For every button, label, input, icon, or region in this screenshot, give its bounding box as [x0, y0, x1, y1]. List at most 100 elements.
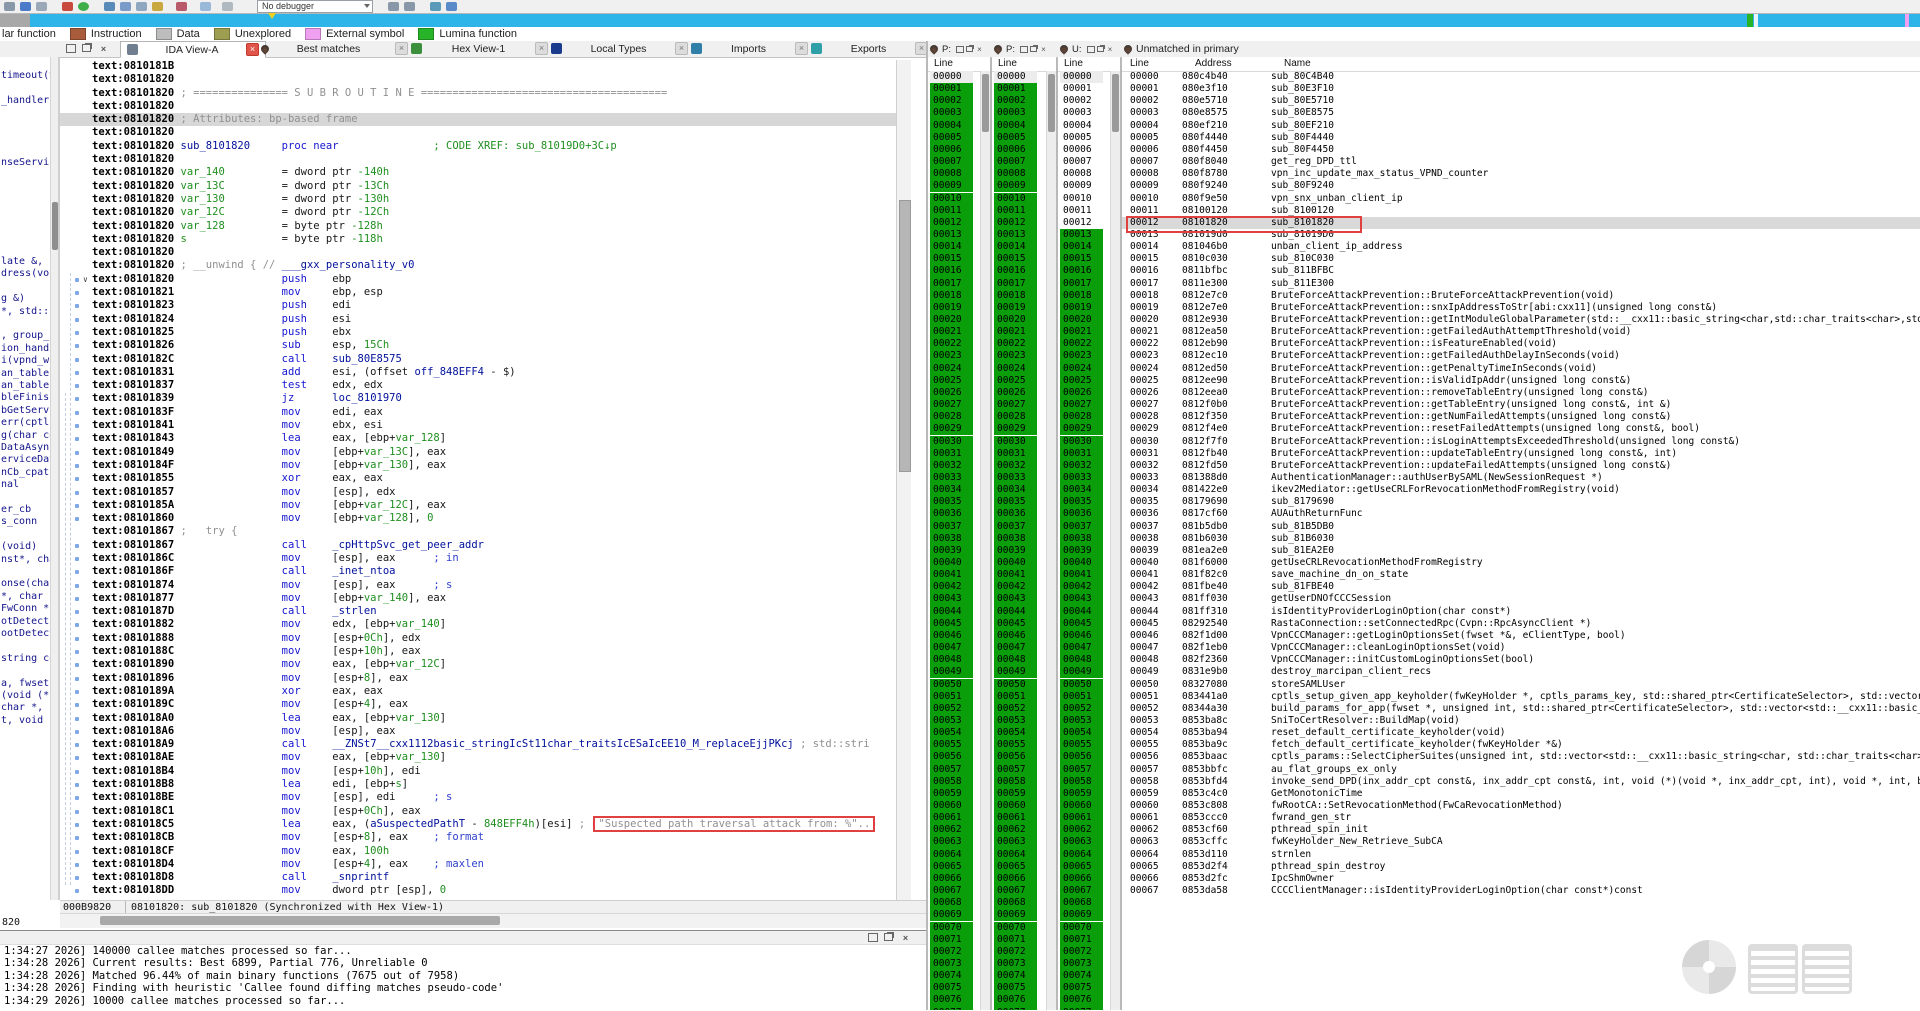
sidebar-item[interactable]: onse(char — [1, 578, 50, 589]
table-row[interactable]: 00009 080f9240 sub_80F9240 — [1122, 180, 1920, 192]
disasm-line[interactable]: text:08101820 — [60, 73, 910, 86]
line-number-cell[interactable]: 00073 — [994, 957, 1037, 971]
line-number-cell[interactable]: 00026 — [1060, 386, 1103, 400]
line-number-cell[interactable]: 00008 — [1060, 168, 1103, 180]
line-number-cell[interactable]: 00010 — [930, 192, 973, 205]
line-number-cell[interactable]: 00033 — [930, 471, 973, 485]
table-row[interactable]: 00055 0853ba9c fetch_default_certificate_k… — [1122, 739, 1920, 751]
line-number-cell[interactable]: 00022 — [930, 338, 973, 351]
line-number-cell[interactable]: 00021 — [930, 326, 973, 339]
disasm-line[interactable]: text:08101837 test edx, edx — [60, 379, 910, 392]
sidebar-item[interactable]: *, std::st — [1, 306, 50, 317]
table-row[interactable]: 00048 082f2360 VpnCCCManager::initCustomLo… — [1122, 654, 1920, 666]
line-number-cell[interactable]: 00005 — [1060, 132, 1103, 144]
line-number-cell[interactable]: 00070 — [994, 921, 1037, 934]
sidebar-item[interactable]: ion_handl — [1, 343, 50, 354]
line-number-cell[interactable]: 00015 — [930, 253, 973, 266]
table-row[interactable]: 00030 0812f7f0 BruteForceAttackPrevention:… — [1122, 436, 1920, 448]
sidebar-item[interactable]: an_table:: — [1, 380, 50, 391]
table-row[interactable]: 00015 0810c030 sub_810C030 — [1122, 253, 1920, 265]
line-number-cell[interactable]: 00025 — [994, 374, 1037, 387]
table-row[interactable]: 00047 082f1eb0 VpnCCCManager::cleanLoginOp… — [1122, 642, 1920, 654]
line-number-cell[interactable]: 00003 — [994, 107, 1037, 120]
line-number-cell[interactable]: 00024 — [994, 362, 1037, 375]
toolbar-icon[interactable] — [430, 2, 441, 11]
line-number-cell[interactable]: 00068 — [1060, 897, 1103, 910]
sidebar-item[interactable]: timeout(vo — [1, 70, 50, 81]
line-number-cell[interactable]: 00007 — [1060, 156, 1103, 168]
tab-exports[interactable]: Exports × — [805, 41, 934, 56]
sidebar-item[interactable]: nCb_cpat — [1, 467, 49, 478]
disassembly-vscrollbar[interactable] — [896, 60, 911, 900]
disassembly-hscrollbar-thumb[interactable] — [100, 916, 500, 925]
line-number-cell[interactable]: 00019 — [994, 301, 1037, 314]
table-row[interactable]: 00054 0853ba94 reset_default_certificate_k… — [1122, 727, 1920, 739]
line-number-cell[interactable]: 00066 — [930, 872, 973, 886]
line-number-cell[interactable]: 00031 — [994, 447, 1037, 460]
disasm-line[interactable]: text:08101820 ; __unwind { // ___gxx_per… — [60, 259, 910, 272]
output-float-icon[interactable] — [884, 933, 895, 943]
disasm-line[interactable]: text:081018C5 lea eax, (aSuspectedPathT … — [60, 815, 910, 832]
table-row[interactable]: 00056 0853baac cptls_params::SelectCipherS… — [1122, 751, 1920, 763]
panel-float-icon[interactable] — [965, 46, 973, 52]
line-number-cell[interactable]: 00025 — [930, 374, 973, 387]
line-number-cell[interactable]: 00060 — [930, 800, 973, 813]
sidebar-item[interactable]: g(char co — [1, 430, 50, 441]
line-number-cell[interactable]: 00027 — [930, 399, 973, 412]
table-row[interactable]: 00029 0812f4e0 BruteForceAttackPrevention:… — [1122, 423, 1920, 435]
sidebar-item[interactable]: a, fwset *& — [1, 678, 50, 689]
tab-imports[interactable]: Imports × — [685, 41, 814, 56]
line-number-cell[interactable]: 00060 — [994, 800, 1037, 813]
line-number-cell[interactable]: 00004 — [930, 119, 973, 132]
toolbar-icon[interactable] — [120, 2, 131, 11]
unmatched-table[interactable]: Line Address Name 00000 080c4b40 sub_80C4B… — [1122, 57, 1920, 1010]
toolbar-icon[interactable] — [136, 2, 147, 11]
line-number-cell[interactable]: 00034 — [1060, 484, 1103, 497]
line-number-cell[interactable]: 00060 — [1060, 800, 1103, 813]
line-number-cell[interactable]: 00037 — [1060, 520, 1103, 533]
panel-restore-icon[interactable] — [1086, 45, 1095, 53]
sidebar-item[interactable]: ootDetecti — [1, 628, 50, 639]
table-row[interactable]: 00022 0812eb90 BruteForceAttackPrevention:… — [1122, 338, 1920, 350]
sidebar-item[interactable]: er_cb — [1, 504, 31, 515]
line-number-cell[interactable]: 00064 — [1060, 848, 1103, 861]
line-number-cell[interactable]: 00036 — [930, 508, 973, 521]
line-number-cell[interactable]: 00061 — [930, 812, 973, 825]
line-number-cell[interactable]: 00022 — [994, 338, 1037, 351]
table-row[interactable]: 00006 080f4450 sub_80F4450 — [1122, 144, 1920, 156]
line-number-cell[interactable]: 00050 — [930, 678, 973, 691]
line-number-cell[interactable]: 00074 — [930, 970, 973, 983]
disasm-line[interactable]: text:0810189C mov [esp+4], eax — [60, 698, 910, 711]
output-restore-icon[interactable] — [868, 933, 879, 943]
line-number-cell[interactable]: 00029 — [930, 423, 973, 436]
sidebar-item[interactable]: t, void *) — [1, 715, 50, 726]
disasm-line[interactable]: text:08101896 mov [esp+8], eax — [60, 672, 910, 685]
disasm-line[interactable]: text:081018B8 lea edi, [ebp+s] — [60, 778, 910, 791]
disasm-line[interactable]: text:081018CB mov [esp+8], eax ; format — [60, 831, 910, 844]
table-row[interactable]: 00044 081ff310 isIdentityProviderLoginOpti… — [1122, 606, 1920, 618]
line-number-cell[interactable]: 00066 — [1060, 872, 1103, 886]
disasm-line[interactable]: text:08101820 ; Attributes: bp-based fra… — [60, 113, 910, 127]
disasm-line[interactable]: text:08101820 — [60, 126, 910, 139]
col-header-line[interactable]: Line — [934, 57, 953, 71]
line-number-cell[interactable]: 00014 — [994, 241, 1037, 254]
table-row[interactable]: 00049 0831e9b0 destroy_marcipan_client_rec… — [1122, 666, 1920, 678]
line-number-cell[interactable]: 00055 — [1060, 739, 1103, 752]
line-number-cell[interactable]: 00010 — [994, 192, 1037, 205]
line-number-cell[interactable]: 00043 — [930, 593, 973, 606]
line-number-cell[interactable]: 00037 — [994, 520, 1037, 533]
line-number-cell[interactable]: 00021 — [1060, 326, 1103, 339]
line-number-cell[interactable]: 00042 — [994, 581, 1037, 594]
table-row[interactable]: 00020 0812e930 BruteForceAttackPrevention:… — [1122, 314, 1920, 326]
tab-best-matches[interactable]: Best matches × — [255, 41, 414, 56]
line-number-cell[interactable]: 00020 — [1060, 314, 1103, 327]
line-number-cell[interactable]: 00057 — [1060, 763, 1103, 776]
line-number-cell[interactable]: 00047 — [1060, 642, 1103, 655]
disasm-line[interactable]: text:08101824 push esi — [60, 313, 910, 326]
line-number-cell[interactable]: 00038 — [994, 532, 1037, 545]
line-number-cell[interactable]: 00055 — [930, 739, 973, 752]
table-row[interactable]: 00001 080e3f10 sub_80E3F10 — [1122, 83, 1920, 95]
line-number-cell[interactable]: 00033 — [994, 471, 1037, 485]
line-number-cell[interactable]: 00038 — [1060, 532, 1103, 545]
col-header-line[interactable]: Line — [1064, 57, 1083, 71]
